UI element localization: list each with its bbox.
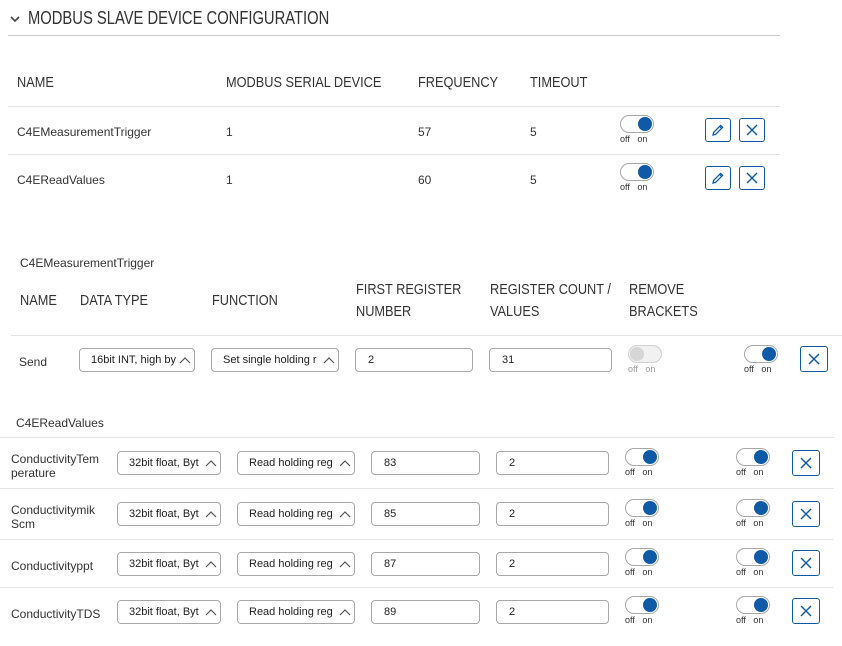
device-serial: 1 (226, 173, 233, 187)
first-register-input[interactable]: 83 (371, 451, 480, 475)
chevron-down-icon[interactable] (8, 12, 22, 26)
register-count-input[interactable]: 31 (489, 348, 612, 372)
data-type-select[interactable]: 32bit float, Byt (117, 451, 221, 475)
row-divider (0, 587, 834, 588)
col-header-register-count: REGISTER COUNT / (490, 281, 611, 298)
function-select[interactable]: Read holding reg (237, 502, 355, 526)
function-select[interactable]: Read holding reg (237, 552, 355, 576)
remove-brackets-toggle[interactable]: off on (625, 448, 669, 482)
close-icon (800, 457, 812, 469)
data-type-select[interactable]: 32bit float, Byt (117, 552, 221, 576)
table-divider (11, 335, 842, 336)
close-icon (800, 508, 812, 520)
table-divider (0, 437, 834, 438)
register-enable-toggle[interactable]: off on (736, 499, 780, 533)
chevron-up-icon (339, 460, 351, 467)
register-enable-toggle[interactable]: off on (736, 596, 780, 630)
pencil-icon (712, 124, 724, 136)
close-icon (800, 605, 812, 617)
table-divider (8, 106, 780, 107)
col-header-frequency: FREQUENCY (418, 74, 499, 91)
register-enable-toggle[interactable]: off on (744, 345, 788, 379)
section-divider (8, 35, 780, 36)
close-icon (746, 124, 758, 136)
register-count-input[interactable]: 2 (496, 552, 609, 576)
device-serial: 1 (226, 125, 233, 139)
first-register-input[interactable]: 2 (355, 348, 473, 372)
function-select[interactable]: Set single holding r (211, 348, 339, 372)
col-header-function: FUNCTION (212, 292, 278, 309)
col-header-remove-brackets: REMOVE (629, 281, 685, 298)
subsection-title: C4EReadValues (16, 416, 104, 430)
col-header-first-register: FIRST REGISTER (356, 281, 462, 298)
col-header-name: NAME (17, 74, 54, 91)
row-divider (8, 154, 780, 155)
col-header-register-count-2: VALUES (490, 303, 540, 320)
remove-brackets-toggle[interactable]: off on (625, 499, 669, 533)
col-header-data-type: DATA TYPE (80, 292, 149, 309)
first-register-input[interactable]: 87 (371, 552, 480, 576)
device-frequency: 60 (418, 173, 432, 187)
row-divider (0, 488, 834, 489)
device-enable-toggle[interactable]: off on (620, 115, 664, 149)
function-select[interactable]: Read holding reg (237, 600, 355, 624)
row-divider (0, 539, 834, 540)
first-register-input[interactable]: 85 (371, 502, 480, 526)
data-type-select[interactable]: 32bit float, Byt (117, 502, 221, 526)
chevron-up-icon (205, 561, 217, 568)
register-name: ConductivityTem perature (11, 452, 100, 480)
edit-button[interactable] (705, 166, 731, 190)
data-type-select[interactable]: 16bit INT, high by (79, 348, 195, 372)
close-icon (808, 353, 820, 365)
chevron-up-icon (205, 460, 217, 467)
register-enable-toggle[interactable]: off on (736, 548, 780, 582)
register-name: Send (19, 355, 48, 369)
delete-button[interactable] (792, 501, 820, 527)
device-enable-toggle[interactable]: off on (620, 163, 664, 197)
device-timeout: 5 (530, 125, 537, 139)
col-header-first-register-2: NUMBER (356, 303, 412, 320)
device-name: C4EMeasurementTrigger (17, 125, 152, 139)
col-header-serial-device: MODBUS SERIAL DEVICE (226, 74, 382, 91)
device-timeout: 5 (530, 173, 537, 187)
register-name: Conductivityppt (11, 559, 94, 573)
col-header-timeout: TIMEOUT (530, 74, 588, 91)
data-type-select[interactable]: 32bit float, Byt (117, 600, 221, 624)
pencil-icon (712, 172, 724, 184)
close-icon (746, 172, 758, 184)
device-frequency: 57 (418, 125, 432, 139)
remove-brackets-toggle[interactable]: off on (625, 548, 669, 582)
device-name: C4EReadValues (17, 173, 105, 187)
col-header-name: NAME (20, 292, 57, 309)
close-icon (800, 557, 812, 569)
delete-button[interactable] (792, 550, 820, 576)
chevron-up-icon (339, 511, 351, 518)
delete-button[interactable] (792, 450, 820, 476)
chevron-up-icon (205, 511, 217, 518)
delete-button[interactable] (739, 118, 765, 142)
delete-button[interactable] (792, 598, 820, 624)
chevron-up-icon (323, 357, 335, 364)
register-name: Conductivitymik Scm (11, 503, 96, 531)
register-count-input[interactable]: 2 (496, 502, 609, 526)
function-select[interactable]: Read holding reg (237, 451, 355, 475)
first-register-input[interactable]: 89 (371, 600, 480, 624)
remove-brackets-toggle[interactable]: off on (625, 596, 669, 630)
chevron-up-icon (179, 357, 191, 364)
register-enable-toggle[interactable]: off on (736, 448, 780, 482)
chevron-up-icon (205, 609, 217, 616)
chevron-up-icon (339, 561, 351, 568)
register-count-input[interactable]: 2 (496, 451, 609, 475)
section-title: MODBUS SLAVE DEVICE CONFIGURATION (28, 8, 330, 28)
col-header-remove-brackets-2: BRACKETS (629, 303, 698, 320)
subsection-title: C4EMeasurementTrigger (20, 256, 155, 270)
remove-brackets-toggle[interactable]: off on (628, 345, 672, 379)
chevron-up-icon (339, 609, 351, 616)
register-count-input[interactable]: 2 (496, 600, 609, 624)
delete-button[interactable] (739, 166, 765, 190)
register-name: ConductivityTDS (11, 607, 101, 621)
delete-button[interactable] (800, 346, 828, 372)
edit-button[interactable] (705, 118, 731, 142)
